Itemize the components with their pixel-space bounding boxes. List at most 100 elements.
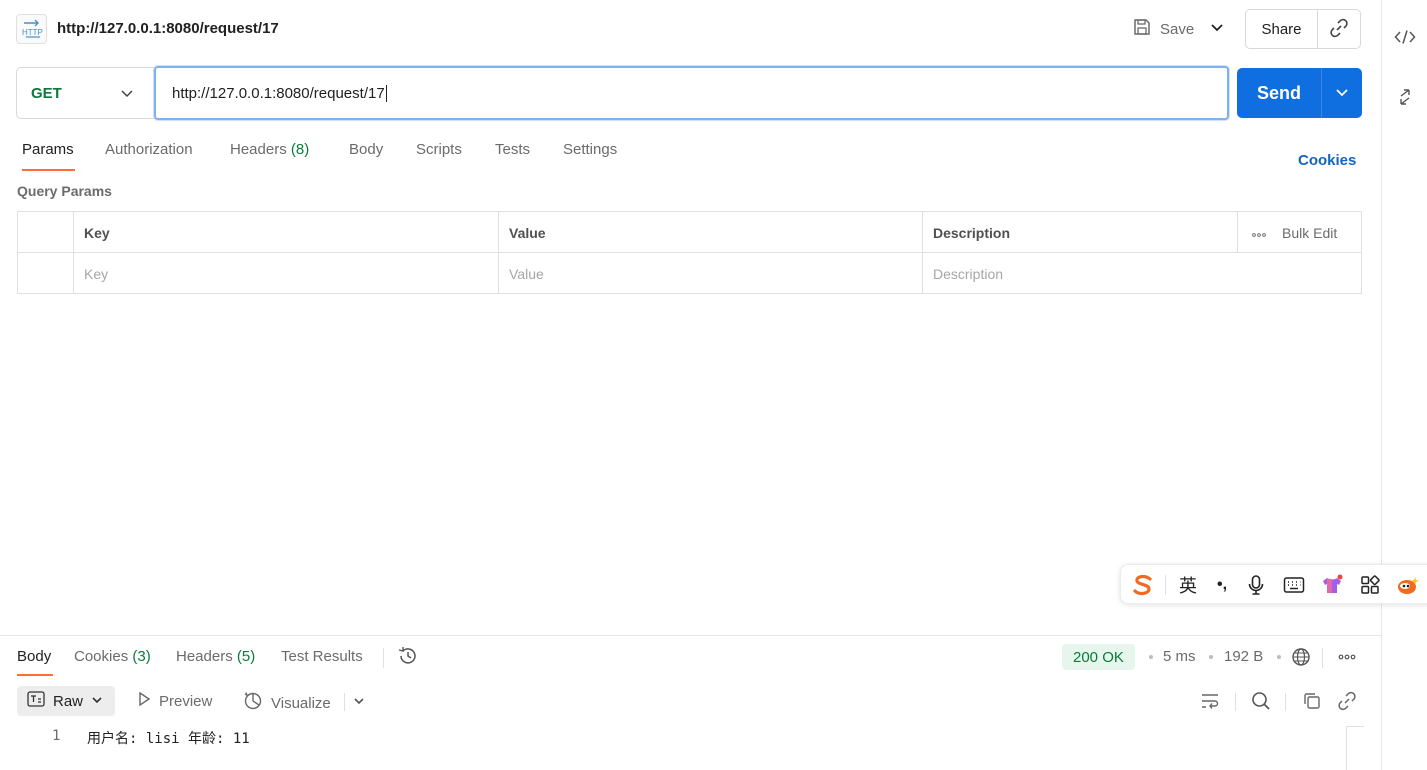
send-button-group: Send [1237, 68, 1362, 118]
request-title[interactable]: http://127.0.0.1:8080/request/17 [57, 20, 279, 37]
format-value: Raw [53, 692, 84, 710]
tab-headers-count: (8) [290, 141, 310, 158]
tab-settings[interactable]: Settings [563, 141, 617, 158]
query-params-table: Key Value Description Bulk Edit Key Valu… [17, 211, 1362, 294]
divider [1235, 693, 1236, 711]
checkbox-column-header [18, 212, 74, 253]
response-tab-body[interactable]: Body [17, 648, 51, 665]
globe-icon[interactable] [1290, 646, 1312, 668]
format-select[interactable]: Raw [17, 686, 115, 716]
response-tab-headers-label: Headers [176, 648, 233, 665]
separator-dot [1149, 655, 1153, 659]
tab-authorization[interactable]: Authorization [105, 141, 193, 158]
sogou-logo-icon[interactable] [1131, 573, 1155, 597]
send-button[interactable]: Send [1237, 68, 1322, 118]
tab-body[interactable]: Body [349, 141, 383, 158]
search-icon[interactable] [1250, 690, 1272, 712]
cookies-link[interactable]: Cookies [1298, 152, 1356, 169]
url-input[interactable]: http://127.0.0.1:8080/request/17 [154, 66, 1229, 120]
response-pane: Body Cookies (3) Headers (5) Test Result… [0, 635, 1381, 770]
divider [1285, 693, 1286, 711]
ime-language-toggle[interactable]: 英 [1176, 573, 1200, 597]
separator-dot [1209, 655, 1213, 659]
play-icon [137, 691, 151, 711]
tab-scripts[interactable]: Scripts [416, 141, 462, 158]
param-key-input[interactable]: Key [74, 253, 499, 294]
response-size[interactable]: 192 B [1224, 648, 1263, 665]
response-tab-cookies[interactable]: Cookies (3) [74, 648, 151, 665]
tab-params[interactable]: Params [22, 141, 74, 158]
link-icon[interactable] [1336, 690, 1358, 712]
param-value-input[interactable]: Value [499, 253, 923, 294]
share-button-group: Share [1245, 9, 1361, 49]
copy-icon[interactable] [1301, 690, 1323, 712]
raw-text-icon [27, 691, 45, 711]
send-options-button[interactable] [1322, 68, 1362, 118]
share-button[interactable]: Share [1246, 10, 1318, 48]
response-tab-cookies-count: (3) [132, 648, 151, 665]
skin-shirt-icon[interactable] [1320, 573, 1344, 597]
divider [1165, 575, 1166, 595]
table-row: Key Value Description [18, 253, 1361, 294]
editor-scroll-area [1346, 726, 1364, 770]
apps-grid-icon[interactable] [1358, 573, 1382, 597]
url-value: http://127.0.0.1:8080/request/17 [172, 84, 385, 102]
wrap-lines-icon[interactable] [1199, 690, 1221, 712]
ime-mascot-icon[interactable] [1396, 573, 1420, 597]
visualize-icon [243, 691, 263, 715]
save-icon [1132, 17, 1152, 41]
preview-button[interactable]: Preview [137, 691, 212, 711]
save-label: Save [1160, 20, 1195, 38]
history-icon[interactable] [397, 645, 419, 667]
microphone-icon[interactable] [1244, 573, 1268, 597]
save-button[interactable]: Save [1132, 14, 1194, 44]
response-tab-headers-count: (5) [236, 648, 256, 665]
row-checkbox-cell [18, 253, 74, 294]
more-options-icon[interactable] [1252, 225, 1266, 241]
more-icon[interactable] [1336, 646, 1358, 668]
link-icon [1329, 18, 1349, 41]
tab-headers-label: Headers [230, 141, 287, 158]
separator-dot [1277, 655, 1281, 659]
request-workspace: HTTP http://127.0.0.1:8080/request/17 Sa… [0, 0, 1381, 770]
collapse-icon[interactable] [1394, 86, 1416, 108]
divider [1322, 648, 1323, 668]
keyboard-icon[interactable] [1282, 573, 1306, 597]
method-select[interactable]: GET [16, 67, 154, 119]
http-request-icon: HTTP [16, 14, 47, 44]
request-header: HTTP http://127.0.0.1:8080/request/17 Sa… [16, 9, 1361, 49]
chevron-down-icon [1335, 85, 1349, 102]
bulk-edit-group: Bulk Edit [1238, 212, 1362, 253]
table-header-row: Key Value Description Bulk Edit [18, 212, 1361, 253]
column-header-key: Key [74, 212, 499, 253]
divider [344, 693, 345, 711]
copy-link-button[interactable] [1318, 10, 1360, 48]
visualize-button[interactable]: Visualize [243, 691, 331, 715]
active-tab-indicator [22, 169, 75, 171]
bulk-edit-button[interactable]: Bulk Edit [1282, 225, 1337, 241]
right-sidebar [1381, 0, 1427, 770]
ime-punctuation-toggle[interactable]: •, [1210, 573, 1234, 597]
line-number: 1 [52, 728, 61, 744]
tab-tests[interactable]: Tests [495, 141, 530, 158]
http-badge-text: HTTP [22, 28, 43, 37]
visualize-label: Visualize [271, 694, 331, 712]
status-badge[interactable]: 200 OK [1062, 644, 1135, 670]
save-options-chevron-icon[interactable] [1210, 20, 1224, 37]
method-value: GET [31, 84, 62, 102]
preview-label: Preview [159, 692, 213, 710]
active-response-tab-indicator [17, 674, 53, 676]
chevron-down-icon [120, 86, 134, 103]
code-icon[interactable] [1394, 26, 1416, 48]
visualize-options-chevron-icon[interactable] [348, 690, 370, 712]
response-tab-test-results[interactable]: Test Results [281, 648, 363, 665]
response-time[interactable]: 5 ms [1163, 648, 1196, 665]
tab-headers[interactable]: Headers (8) [230, 141, 309, 158]
response-tab-cookies-label: Cookies [74, 648, 129, 665]
text-caret [385, 84, 387, 102]
response-tab-headers[interactable]: Headers (5) [176, 648, 255, 665]
line-content: 用户名: lisi 年龄: 11 [87, 731, 250, 747]
query-params-title: Query Params [17, 183, 112, 199]
param-description-input[interactable]: Description [923, 253, 1361, 294]
column-header-value: Value [499, 212, 923, 253]
